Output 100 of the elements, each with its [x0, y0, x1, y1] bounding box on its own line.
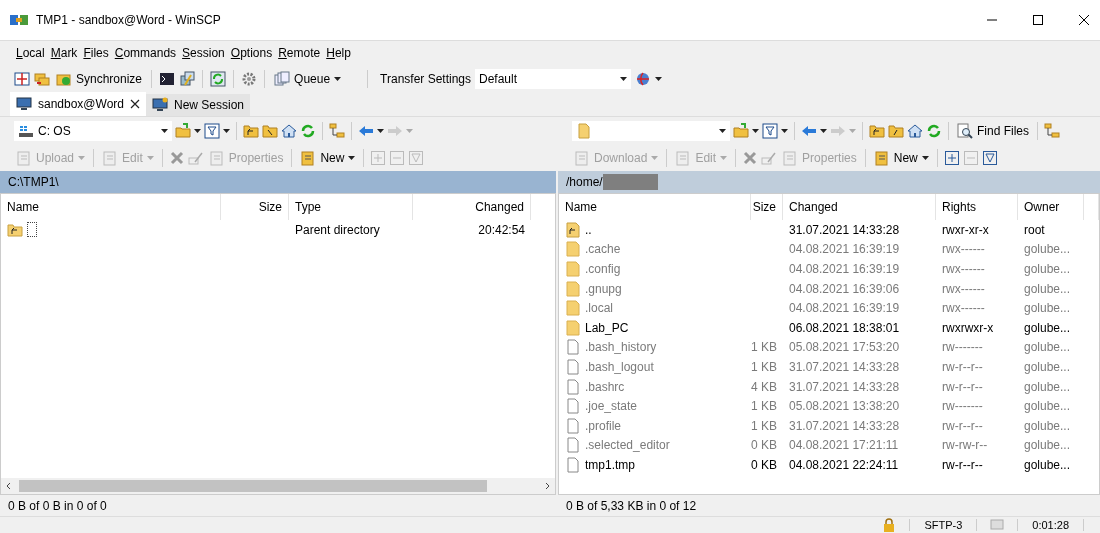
maximize-icon[interactable]	[1032, 14, 1044, 26]
file-owner: golube...	[1024, 340, 1071, 355]
synchronize-button[interactable]: Synchronize	[54, 70, 145, 87]
filter-icon[interactable]	[981, 149, 998, 166]
file-icon	[565, 417, 581, 434]
column-header[interactable]: Name	[1, 194, 221, 220]
scroll-left-icon[interactable]	[5, 482, 13, 490]
refresh-icon[interactable]	[210, 70, 227, 87]
gear-icon[interactable]	[241, 70, 258, 87]
column-header[interactable]: Size	[751, 194, 783, 220]
tree-icon[interactable]	[1044, 122, 1060, 139]
file-date: 31.07.2021 14:33:28	[789, 418, 900, 433]
file-date: 04.08.2021 17:21:11	[789, 438, 899, 453]
queue-button[interactable]: Queue	[272, 70, 344, 87]
menu-item[interactable]: Session	[182, 46, 225, 60]
caret-icon[interactable]	[820, 128, 827, 133]
parent-folder-icon	[565, 221, 581, 238]
session-tab[interactable]: New Session	[146, 94, 251, 116]
refresh-icon[interactable]	[300, 122, 316, 139]
caret-icon[interactable]	[752, 128, 759, 133]
status-text: 0 B of 0 B in 0 of 0	[8, 498, 107, 513]
plus-icon	[370, 149, 387, 166]
file-date: 06.08.2021 18:38:01	[789, 320, 900, 335]
plus-icon[interactable]	[943, 149, 960, 166]
column-header[interactable]: Rights	[936, 194, 1018, 220]
file-size: 0 KB	[751, 438, 777, 453]
caret-icon	[720, 155, 728, 160]
caret-icon[interactable]	[223, 128, 230, 133]
file-name: ..	[585, 222, 592, 237]
caret-icon[interactable]	[781, 128, 788, 133]
folder-icon	[565, 241, 581, 258]
app-icon	[10, 13, 28, 27]
file-name: .bash_history	[585, 340, 657, 355]
file-size: 1 KB	[751, 399, 777, 414]
folder-icon	[576, 122, 592, 139]
file-type: Parent directory	[295, 222, 380, 237]
horizontal-scrollbar[interactable]	[1, 478, 555, 494]
column-header[interactable]: Changed	[413, 194, 531, 220]
scroll-right-icon[interactable]	[543, 482, 551, 490]
close-icon[interactable]	[130, 99, 140, 109]
parent-folder-icon[interactable]	[243, 122, 259, 139]
column-header[interactable]: Changed	[783, 194, 936, 220]
file-name: .bashrc	[585, 379, 625, 394]
file-icon	[565, 437, 581, 454]
caret-icon	[406, 128, 413, 133]
caret-icon[interactable]	[194, 128, 201, 133]
monitor-icon	[152, 97, 168, 113]
file-rights: rw-r--r--	[942, 418, 983, 433]
file-icon	[565, 398, 581, 415]
home-icon[interactable]	[281, 122, 297, 139]
file-rights: rw-r--r--	[942, 359, 983, 374]
root-folder-icon[interactable]	[888, 122, 904, 139]
home-icon[interactable]	[907, 122, 923, 139]
file-icon	[565, 358, 581, 375]
status-text: 0 B of 5,33 KB in 0 of 12	[566, 498, 697, 513]
file-size: 0 KB	[751, 457, 777, 472]
filter-icon[interactable]	[204, 122, 220, 139]
new-button[interactable]: New	[298, 149, 358, 166]
menu-item[interactable]: Local	[16, 46, 45, 60]
file-date: 04.08.2021 16:39:19	[789, 301, 900, 316]
window-title: TMP1 - sandbox@Word - WinSCP	[36, 13, 221, 27]
compare-icon[interactable]	[14, 70, 30, 87]
folders-icon[interactable]	[34, 70, 50, 87]
file-name: .config	[585, 262, 621, 276]
drive-dropdown[interactable]: C: OS	[14, 120, 172, 141]
tree-icon[interactable]	[329, 122, 345, 139]
root-folder-icon[interactable]	[262, 122, 278, 139]
menu-item[interactable]: Mark	[50, 46, 78, 60]
menu-item[interactable]: Commands	[114, 46, 177, 60]
caret-icon	[161, 128, 168, 133]
refresh-icon[interactable]	[926, 122, 942, 139]
menu-item[interactable]: Options	[230, 46, 273, 60]
terminal-icon[interactable]	[159, 70, 176, 87]
menu-item[interactable]: Remote	[278, 46, 321, 60]
column-header[interactable]: Name	[559, 194, 751, 220]
menu-item[interactable]: Help	[326, 46, 351, 60]
find-files-button[interactable]: Find Files	[955, 122, 1031, 139]
close-icon[interactable]	[1078, 14, 1090, 26]
globe-icon[interactable]	[635, 70, 651, 87]
file-icon	[565, 339, 581, 356]
new-button[interactable]: New	[871, 149, 931, 166]
document-icon	[574, 149, 590, 166]
caret-icon[interactable]	[655, 76, 662, 81]
filter-icon[interactable]	[762, 122, 778, 139]
document-icon	[102, 149, 119, 166]
document-icon	[300, 149, 317, 166]
file-size: 4 KB	[751, 379, 777, 394]
file-rights: rw-r--r--	[942, 457, 983, 472]
column-header[interactable]: Type	[289, 194, 413, 220]
file-date: 31.07.2021 14:33:28	[789, 222, 900, 237]
caret-icon[interactable]	[377, 128, 384, 133]
column-header[interactable]: Size	[221, 194, 289, 220]
folder-icon	[565, 280, 581, 297]
menu-item[interactable]: Files	[83, 46, 109, 60]
file-rights: rw-------	[942, 340, 983, 355]
file-size: 1 KB	[751, 340, 777, 355]
parent-folder-icon[interactable]	[869, 122, 885, 139]
column-header[interactable]: Owner	[1018, 194, 1084, 220]
transfer-settings-dropdown[interactable]: Default	[475, 68, 631, 89]
session-tab[interactable]: sandbox@Word	[10, 92, 146, 116]
